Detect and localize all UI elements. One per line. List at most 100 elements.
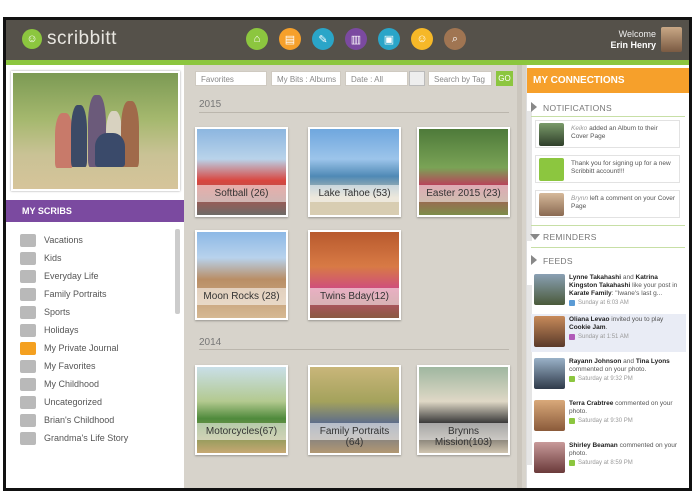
- sidebar-item-label: Kids: [44, 253, 62, 263]
- album-card[interactable]: Easter 2015 (23): [417, 127, 510, 217]
- smile-icon: [20, 413, 36, 427]
- reminders-toggle-icon[interactable]: [530, 234, 540, 240]
- feed-timestamp: Sunday at 6:03 AM: [569, 299, 686, 307]
- album-title: Softball (26): [197, 185, 286, 202]
- welcome-label: Welcome: [618, 29, 656, 39]
- sidebar-item-uncategorized[interactable]: Uncategorized: [20, 393, 128, 411]
- feeds-toggle-icon[interactable]: [531, 255, 537, 265]
- app-logo[interactable]: ☺ scribbitt: [22, 28, 117, 50]
- timestamp-text: Saturday at 9:32 PM: [578, 376, 633, 382]
- notifications-scrollbar[interactable]: [527, 111, 532, 241]
- home-icon[interactable]: ⌂: [246, 28, 268, 50]
- user-name[interactable]: Erin Henry: [596, 40, 656, 51]
- avatar: [534, 358, 565, 389]
- feed-type-icon: [569, 334, 575, 340]
- feed-type-icon: [569, 376, 575, 382]
- avatar: [534, 316, 565, 347]
- left-sidebar: MY SCRIBS Vacations Kids Everyday Life Fami…: [6, 65, 184, 488]
- scrapbook-icon[interactable]: ▤: [279, 28, 301, 50]
- feed-user[interactable]: Terra Crabtree: [569, 400, 613, 407]
- cloud-icon: [20, 395, 36, 409]
- sidebar-item-label: Family Portraits: [44, 289, 107, 299]
- notifications-toggle-icon[interactable]: [531, 102, 537, 112]
- feed-user[interactable]: Lynne Takahashi: [569, 274, 621, 281]
- sidebar-item-vacations[interactable]: Vacations: [20, 231, 128, 249]
- album-card[interactable]: Brynns Mission(103): [417, 365, 510, 455]
- feed-target[interactable]: Cookie Jam: [569, 324, 606, 331]
- feed-text: : "Iwane's last g...: [611, 290, 663, 297]
- feed-item[interactable]: Oliana Levao invited you to play Cookie …: [531, 314, 686, 352]
- album-card[interactable]: Twins Bday(12): [308, 230, 401, 320]
- album-card[interactable]: Softball (26): [195, 127, 288, 217]
- album-title: Family Portraits (64): [310, 423, 399, 448]
- sidebar-item-holidays[interactable]: Holidays: [20, 321, 128, 339]
- albums-icon[interactable]: ▥: [345, 28, 367, 50]
- sidebar-item-everyday-life[interactable]: Everyday Life: [20, 267, 128, 285]
- sidebar-item-my-private-journal[interactable]: My Private Journal: [20, 339, 128, 357]
- year-heading: 2014: [199, 337, 222, 348]
- sidebar-scrollbar[interactable]: [175, 229, 180, 314]
- feed-user[interactable]: Oliana Levao: [569, 316, 609, 323]
- timeline-scrollbar[interactable]: [517, 65, 522, 488]
- avatar[interactable]: [661, 27, 682, 52]
- avatar: [534, 274, 565, 305]
- feed-user[interactable]: Shirley Beaman: [569, 442, 618, 449]
- avatar: [539, 123, 564, 146]
- sidebar-item-my-favorites[interactable]: My Favorites: [20, 357, 128, 375]
- feed-item[interactable]: Shirley Beaman commented on your photo. S…: [531, 440, 686, 478]
- feed-item[interactable]: Rayann Johnson and Tina Lyons commented …: [531, 356, 686, 394]
- vacation-icon: [20, 233, 36, 247]
- sidebar-item-brian-s-childhood[interactable]: Brian's Childhood: [20, 411, 128, 429]
- notification-item[interactable]: Brynn left a comment on your Cover Page: [535, 190, 680, 218]
- sidebar-item-kids[interactable]: Kids: [20, 249, 128, 267]
- feed-item[interactable]: Terra Crabtree commented on your photo. S…: [531, 398, 686, 436]
- sidebar-item-grandma-s-life-story[interactable]: Grandma's Life Story: [20, 429, 128, 447]
- search-by-tag-input[interactable]: Search by Tag: [428, 71, 492, 86]
- feed-user[interactable]: Rayann Johnson: [569, 358, 621, 365]
- timestamp-text: Sunday at 6:03 AM: [578, 300, 629, 306]
- feed-type-icon: [569, 460, 575, 466]
- search-icon[interactable]: ⌕: [444, 28, 466, 50]
- go-button[interactable]: GO: [496, 71, 513, 86]
- feed-target[interactable]: Karate Family: [569, 290, 612, 297]
- sidebar-item-sports[interactable]: Sports: [20, 303, 128, 321]
- album-card[interactable]: Motorcycles(67): [195, 365, 288, 455]
- notification-author: Keiko: [571, 125, 588, 132]
- my-bits-filter[interactable]: My Bits : Albums: [271, 71, 341, 86]
- feed-timestamp: Sunday at 1:51 AM: [569, 333, 686, 341]
- photos-icon[interactable]: ▣: [378, 28, 400, 50]
- gear-icon: [20, 377, 36, 391]
- feed-type-icon: [569, 418, 575, 424]
- notification-item[interactable]: Thank you for signing up for a new Scrib…: [535, 155, 680, 183]
- feed-text: like your post in: [630, 282, 678, 289]
- album-card[interactable]: Lake Tahoe (53): [308, 127, 401, 217]
- notification-text: Thank you for signing up for a new Scrib…: [571, 160, 671, 175]
- notifications-label[interactable]: NOTIFICATIONS: [543, 103, 612, 113]
- album-title: Motorcycles(67): [197, 423, 286, 440]
- journal-icon[interactable]: ✎: [312, 28, 334, 50]
- date-filter[interactable]: Date : All: [345, 71, 408, 86]
- album-title: Brynns Mission(103): [419, 423, 508, 448]
- feed-item[interactable]: Lynne Takahashi and Katrina Kingston Tak…: [531, 272, 686, 310]
- top-header: ☺ scribbitt ⌂ ▤ ✎ ▥ ▣ ☺ ⌕ Welcome Erin Henry: [6, 20, 689, 60]
- sidebar-item-my-childhood[interactable]: My Childhood: [20, 375, 128, 393]
- reminders-label[interactable]: REMINDERS: [543, 232, 597, 242]
- album-title: Twins Bday(12): [310, 288, 399, 305]
- favorites-filter[interactable]: Favorites: [195, 71, 267, 86]
- album-card[interactable]: Family Portraits (64): [308, 365, 401, 455]
- notification-item[interactable]: Keiko added an Album to their Cover Page: [535, 120, 680, 148]
- feed-text: and: [621, 358, 636, 365]
- album-card[interactable]: Moon Rocks (28): [195, 230, 288, 320]
- cover-photo[interactable]: [11, 71, 180, 191]
- sidebar-item-family-portraits[interactable]: Family Portraits: [20, 285, 128, 303]
- connections-panel: MY CONNECTIONS NOTIFICATIONS REMINDERS F…: [526, 65, 689, 488]
- feed-type-icon: [569, 300, 575, 306]
- sports-icon: [20, 305, 36, 319]
- calendar-icon[interactable]: [409, 71, 425, 86]
- feed-user[interactable]: Tina Lyons: [636, 358, 670, 365]
- feeds-label[interactable]: FEEDS: [543, 256, 573, 266]
- sidebar-item-label: Grandma's Life Story: [44, 433, 129, 443]
- sidebar-item-label: Holidays: [44, 325, 79, 335]
- people-icon[interactable]: ☺: [411, 28, 433, 50]
- feed-timestamp: Saturday at 9:32 PM: [569, 375, 686, 383]
